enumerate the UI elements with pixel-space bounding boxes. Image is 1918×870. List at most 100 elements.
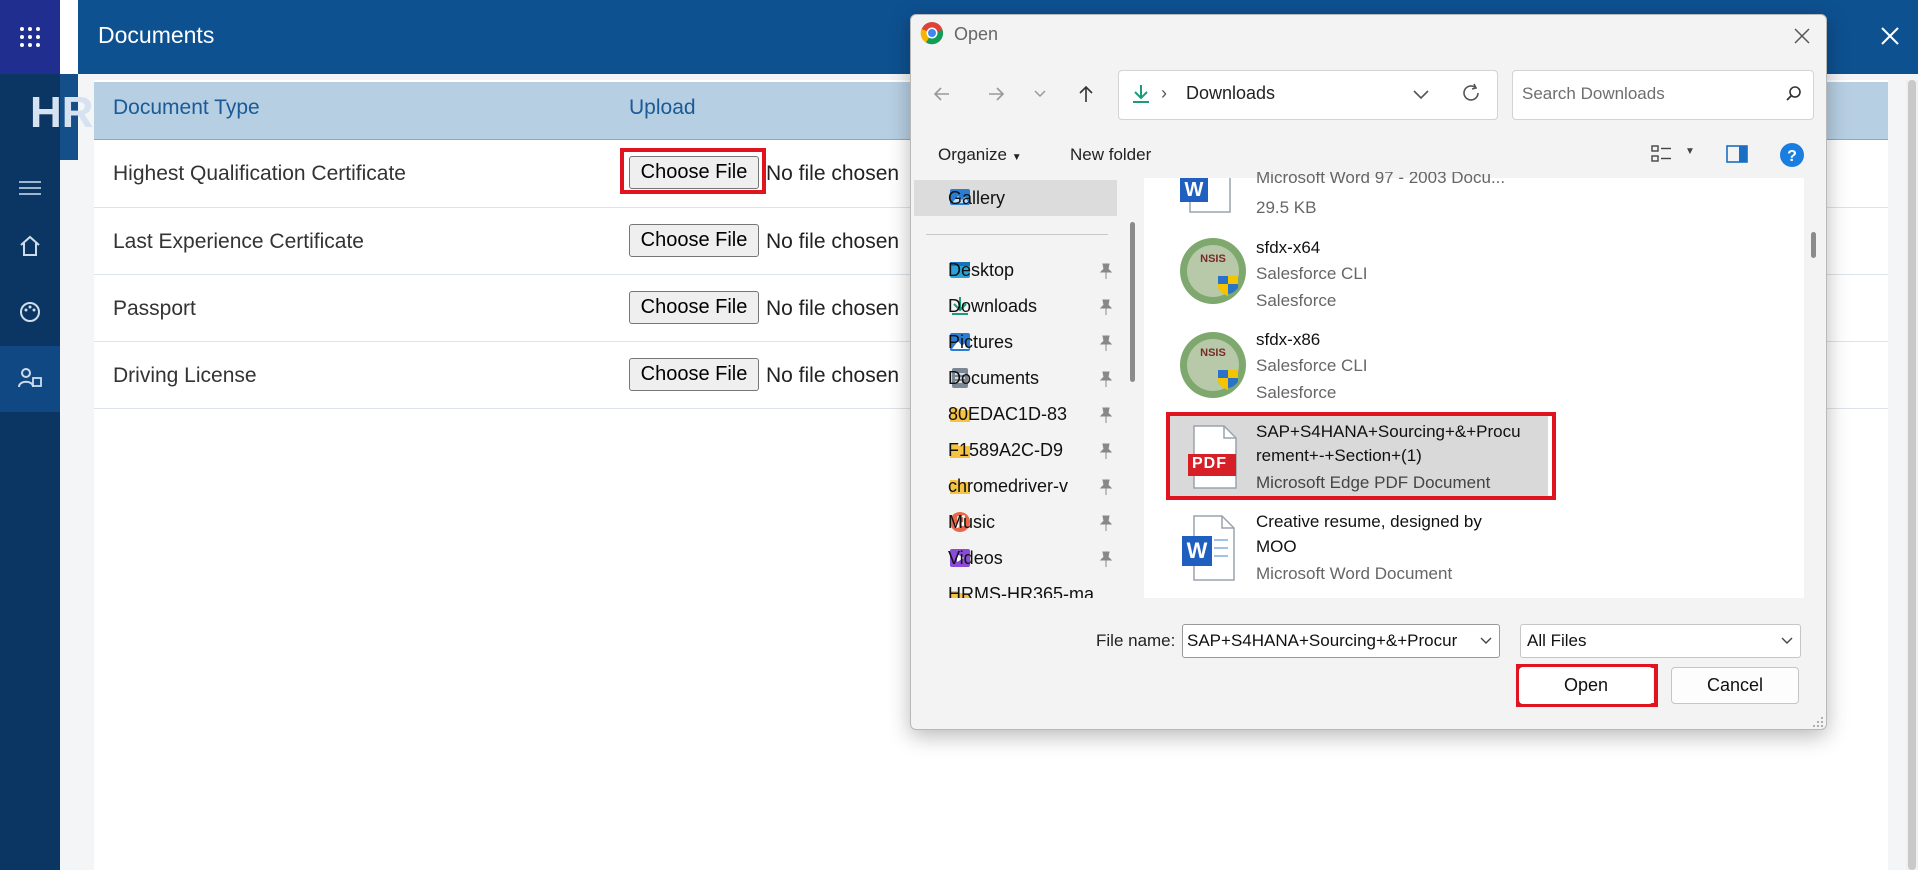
chevron-down-icon[interactable] [1780, 634, 1794, 648]
pin-icon [1099, 407, 1113, 423]
view-options-icon[interactable] [1651, 144, 1673, 164]
pdf-badge-text: PDF [1192, 455, 1227, 472]
svg-text:W: W [1185, 179, 1204, 201]
document-type-label: Last Experience Certificate [113, 230, 364, 253]
new-folder-button[interactable]: New folder [1070, 145, 1151, 165]
pin-icon [1099, 551, 1113, 567]
nav-item-desktop[interactable]: Desktop [948, 260, 1098, 281]
up-button[interactable] [1068, 78, 1104, 110]
choose-file-button[interactable]: Choose File [629, 358, 759, 391]
dialog-titlebar[interactable] [911, 15, 1826, 55]
palette-icon [20, 302, 40, 322]
file-status-text: No file chosen [766, 364, 900, 387]
file-company: Salesforce [1256, 383, 1337, 402]
word-doc-icon: W [1180, 178, 1231, 213]
waffle-icon [20, 27, 40, 47]
file-name-label: File name: [1096, 631, 1176, 650]
nav-item-music[interactable]: Music [948, 512, 1098, 533]
nav-item-folder[interactable]: chromedriver-v [948, 476, 1098, 497]
arrow-up-icon [1079, 85, 1093, 102]
choose-file-button[interactable]: Choose File [629, 291, 759, 324]
svg-text:NSIS: NSIS [1200, 253, 1226, 265]
dialog-title: Open [954, 24, 999, 44]
nav-item-folder[interactable]: HRMS-HR365-ma [948, 584, 1094, 598]
file-type-value[interactable]: All Files [1527, 631, 1587, 651]
nav-item-documents[interactable]: Documents [948, 368, 1098, 389]
caret-down-icon[interactable]: ▼ [1685, 146, 1695, 157]
open-button[interactable]: Open [1519, 667, 1653, 704]
file-name-line1: SAP+S4HANA+Sourcing+&+Procu [1256, 422, 1521, 441]
word-doc-icon: W [1182, 515, 1235, 581]
svg-text:NSIS: NSIS [1200, 347, 1226, 359]
nav-divider [926, 234, 1108, 235]
nav-item-downloads[interactable]: Downloads [948, 296, 1098, 317]
forward-button[interactable] [978, 78, 1014, 110]
nav-item-folder[interactable]: 80EDAC1D-83 [948, 404, 1098, 425]
file-name-clip: Microsoft Word 97 - 2003 Docu... [1256, 172, 1556, 188]
nav-item-folder[interactable]: F1589A2C-D9 [948, 440, 1098, 461]
chrome-icon [920, 22, 944, 45]
nav-item-gallery[interactable]: Gallery [948, 188, 1098, 209]
file-type-text: Microsoft Edge PDF Document [1256, 473, 1491, 492]
rail-people-button[interactable] [0, 350, 60, 406]
file-status-text: No file chosen [766, 230, 900, 253]
column-header-upload: Upload [629, 96, 696, 119]
nav-item-videos[interactable]: Videos [948, 548, 1098, 569]
cancel-button[interactable]: Cancel [1671, 667, 1799, 704]
nsis-installer-icon: NSIS [1180, 332, 1246, 398]
file-list-scrollbar[interactable] [1811, 232, 1816, 258]
search-icon[interactable] [1784, 84, 1804, 104]
organize-label: Organize [938, 145, 1007, 164]
pin-icon [1099, 443, 1113, 459]
organize-button[interactable]: Organize ▼ [938, 145, 1022, 165]
column-header-document-type: Document Type [113, 96, 260, 119]
page-scrollbar-thumb[interactable] [1908, 80, 1916, 870]
address-path[interactable]: Downloads [1186, 83, 1275, 104]
file-company: Salesforce [1256, 291, 1337, 310]
address-bar[interactable] [1118, 70, 1498, 120]
download-icon [1133, 85, 1149, 103]
close-icon [1794, 28, 1810, 44]
help-icon[interactable]: ? [1779, 142, 1805, 168]
pin-icon [1099, 263, 1113, 279]
file-description: Salesforce CLI [1256, 264, 1368, 283]
user-admin-icon [18, 368, 42, 388]
refresh-icon[interactable] [1460, 82, 1482, 104]
chevron-down-icon[interactable] [1479, 634, 1493, 648]
file-type-text: Microsoft Word Document [1256, 564, 1453, 583]
chevron-down-icon[interactable] [1411, 84, 1431, 104]
file-description: Salesforce CLI [1256, 356, 1368, 375]
choose-file-button[interactable]: Choose File [629, 156, 759, 189]
arrow-right-icon [989, 87, 1005, 101]
breadcrumb-separator-icon: › [1161, 83, 1167, 103]
dialog-close-button[interactable] [1784, 20, 1820, 52]
resize-grip-icon[interactable] [1812, 716, 1824, 728]
caret-down-icon: ▼ [1011, 152, 1022, 163]
file-name-value[interactable]: SAP+S4HANA+Sourcing+&+Procur [1187, 631, 1473, 651]
file-name: sfdx-x86 [1256, 330, 1321, 349]
home-icon [20, 235, 40, 256]
preview-pane-icon[interactable] [1726, 144, 1748, 164]
svg-text:?: ? [1787, 148, 1797, 165]
back-button[interactable] [924, 78, 960, 110]
app-launcher-button[interactable] [0, 0, 60, 74]
pin-icon [1099, 515, 1113, 531]
rail-home-button[interactable] [0, 218, 60, 274]
file-name-line2: MOO [1256, 537, 1297, 556]
page-title: Documents [98, 22, 215, 48]
document-type-label: Highest Qualification Certificate [113, 162, 406, 185]
nav-scrollbar[interactable] [1130, 222, 1135, 382]
pin-icon [1099, 335, 1113, 351]
file-type-text: Microsoft Word 97 - 2003 Docu... [1256, 172, 1506, 187]
document-type-label: Passport [113, 297, 196, 320]
close-icon [1881, 27, 1899, 45]
rail-theme-button[interactable] [0, 284, 60, 340]
nav-item-clip: HRMS-HR365-ma [912, 584, 1118, 598]
file-icon-clip: W [1168, 178, 1248, 216]
nav-item-pictures[interactable]: Pictures [948, 332, 1098, 353]
choose-file-button[interactable]: Choose File [629, 224, 759, 257]
close-page-button[interactable] [1872, 18, 1908, 54]
menu-toggle-button[interactable] [0, 160, 60, 216]
file-size-text: 29.5 KB [1256, 198, 1317, 217]
recent-locations-button[interactable] [1022, 78, 1058, 110]
